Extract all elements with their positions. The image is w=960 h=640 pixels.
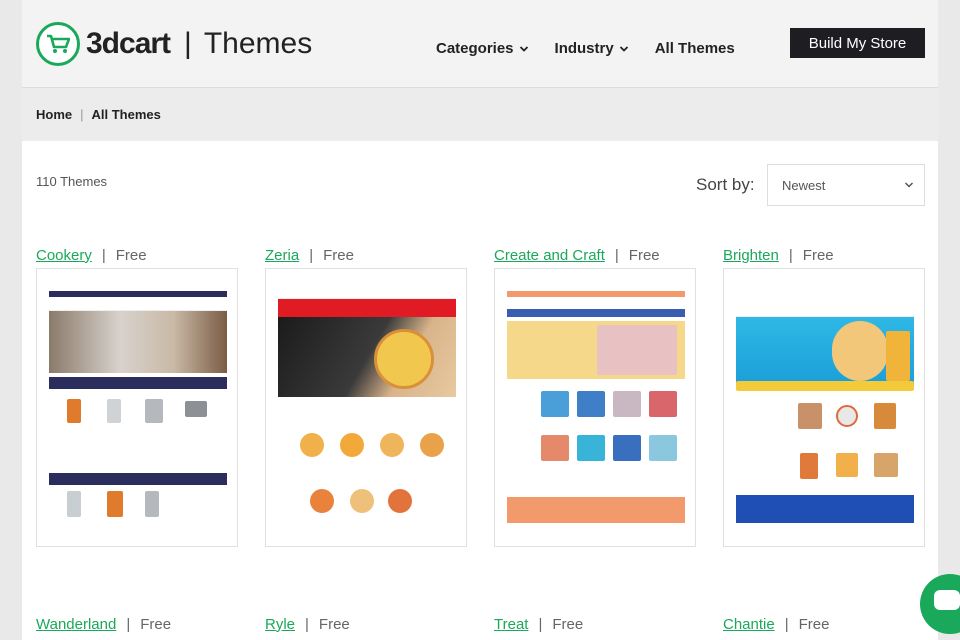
chevron-down-icon bbox=[904, 182, 914, 188]
theme-card-title: Wanderland | Free bbox=[36, 615, 172, 633]
theme-preview[interactable] bbox=[494, 268, 696, 547]
theme-price: Free bbox=[140, 615, 172, 633]
theme-link[interactable]: Chantie bbox=[723, 616, 775, 633]
theme-link[interactable]: Brighten bbox=[723, 247, 779, 264]
theme-card-title: Zeria | Free bbox=[265, 246, 354, 264]
breadcrumb-home[interactable]: Home bbox=[36, 107, 72, 122]
chevron-down-icon bbox=[619, 45, 628, 52]
theme-preview[interactable] bbox=[36, 268, 238, 547]
breadcrumb: Home | All Themes bbox=[22, 88, 938, 141]
brand-name: 3dcart bbox=[86, 27, 171, 60]
theme-price: Free bbox=[628, 246, 660, 264]
theme-link[interactable]: Create and Craft bbox=[494, 247, 605, 264]
nav-categories[interactable]: Categories bbox=[436, 40, 529, 57]
nav-all-themes[interactable]: All Themes bbox=[655, 40, 735, 57]
theme-link[interactable]: Zeria bbox=[265, 247, 299, 264]
theme-grid: Cookery | Free Zeria | Free Create and C… bbox=[36, 242, 926, 637]
breadcrumb-separator: | bbox=[80, 107, 84, 122]
results-toolbar: 110 Themes Sort by: Newest bbox=[22, 141, 938, 231]
theme-link[interactable]: Treat bbox=[494, 616, 528, 633]
theme-card-title: Chantie | Free bbox=[723, 615, 830, 633]
nav-industry-label: Industry bbox=[554, 40, 614, 57]
theme-card-title: Treat | Free bbox=[494, 615, 584, 633]
theme-preview[interactable] bbox=[723, 268, 925, 547]
sort-select[interactable]: Newest bbox=[767, 164, 925, 206]
theme-price: Free bbox=[323, 246, 354, 264]
theme-link[interactable]: Wanderland bbox=[36, 616, 116, 633]
theme-card: Zeria | Free bbox=[265, 242, 467, 547]
brand-separator: | bbox=[184, 27, 192, 60]
theme-price: Free bbox=[552, 615, 584, 633]
theme-card-title: Cookery | Free bbox=[36, 246, 147, 264]
theme-card: Treat | Free bbox=[494, 611, 696, 637]
theme-card: Wanderland | Free bbox=[36, 611, 238, 637]
theme-card-title: Brighten | Free bbox=[723, 246, 834, 264]
theme-card-title: Ryle | Free bbox=[265, 615, 350, 633]
theme-price: Free bbox=[115, 246, 147, 264]
theme-card-title: Create and Craft | Free bbox=[494, 246, 660, 264]
brand-logo[interactable]: 3dcart | Themes bbox=[36, 22, 312, 66]
build-my-store-button[interactable]: Build My Store bbox=[790, 28, 925, 58]
breadcrumb-all-themes[interactable]: All Themes bbox=[92, 107, 161, 122]
theme-card: Create and Craft | Free bbox=[494, 242, 696, 547]
theme-preview[interactable] bbox=[265, 268, 467, 547]
nav-all-themes-label: All Themes bbox=[654, 40, 735, 57]
main-nav: Categories Industry All Themes bbox=[436, 40, 735, 57]
section-title: Themes bbox=[203, 27, 313, 60]
theme-link[interactable]: Cookery bbox=[36, 247, 92, 264]
theme-price: Free bbox=[318, 615, 350, 633]
chat-icon bbox=[934, 590, 960, 610]
theme-price: Free bbox=[798, 615, 830, 633]
chevron-down-icon bbox=[519, 45, 528, 52]
theme-card: Cookery | Free bbox=[36, 242, 238, 547]
sort-label: Sort by: bbox=[696, 175, 755, 194]
theme-count: 110 Themes bbox=[36, 174, 108, 189]
theme-price: Free bbox=[802, 246, 834, 264]
nav-categories-label: Categories bbox=[436, 40, 514, 57]
nav-industry[interactable]: Industry bbox=[555, 40, 629, 57]
site-header: 3dcart | Themes Categories Industry All … bbox=[22, 0, 938, 88]
theme-card: Ryle | Free bbox=[265, 611, 467, 637]
theme-card: Chantie | Free bbox=[723, 611, 925, 637]
shopping-cart-icon bbox=[36, 22, 80, 66]
theme-card: Brighten | Free bbox=[723, 242, 925, 547]
sort-select-value: Newest bbox=[782, 177, 826, 193]
theme-link[interactable]: Ryle bbox=[265, 616, 295, 633]
